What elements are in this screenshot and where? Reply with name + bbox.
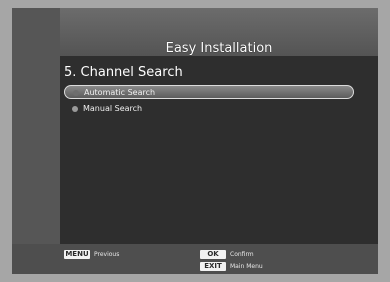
exit-key-badge[interactable]: EXIT — [200, 262, 226, 271]
footer-bar: MENU Previous OK Confirm EXIT Main Menu — [12, 244, 378, 274]
ok-key-description: Confirm — [230, 251, 254, 258]
menu-item-manual-search[interactable]: Manual Search — [64, 102, 314, 116]
ok-key-badge[interactable]: OK — [200, 250, 226, 259]
menu-key-badge[interactable]: MENU — [64, 250, 90, 259]
exit-key-description: Main Menu — [230, 263, 263, 270]
left-sidebar-strip — [12, 8, 60, 274]
tv-frame: Easy Installation 5. Channel Search Auto… — [0, 0, 390, 282]
menu-key-description: Previous — [94, 251, 120, 258]
bullet-icon — [72, 106, 78, 112]
section-title: 5. Channel Search — [64, 65, 183, 80]
menu-item-label: Automatic Search — [84, 88, 156, 97]
tv-screen: Easy Installation 5. Channel Search Auto… — [12, 8, 378, 274]
menu-item-automatic-search[interactable]: Automatic Search — [64, 85, 354, 99]
bullet-icon — [73, 90, 79, 96]
menu-item-label: Manual Search — [83, 104, 143, 113]
page-title: Easy Installation — [165, 41, 273, 56]
